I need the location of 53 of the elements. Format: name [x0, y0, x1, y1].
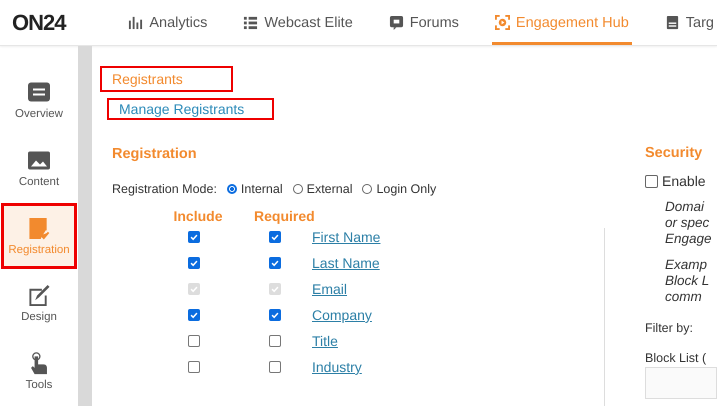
enable-checkbox-option[interactable]: Enable [645, 173, 717, 189]
logo: ON24 [12, 10, 67, 36]
message-box-icon [27, 81, 51, 104]
sidebar-item[interactable]: Overview [1, 68, 77, 134]
required-checkbox[interactable] [269, 257, 281, 269]
field-link[interactable]: Industry [312, 359, 362, 375]
chat-icon [388, 15, 404, 30]
note-text: Block L [665, 273, 710, 289]
section-heading: Registration [112, 146, 198, 162]
block-list-label: Block List ( [645, 351, 708, 365]
play-square-icon [494, 15, 510, 30]
manage-registrants-link[interactable]: Manage Registrants [107, 98, 274, 120]
bar-chart-icon [128, 15, 144, 30]
required-checkbox[interactable] [269, 361, 281, 373]
block-list-field[interactable] [645, 367, 717, 399]
note-text: Engage [665, 231, 713, 247]
sidebar-item[interactable]: Design [1, 270, 77, 336]
required-checkbox[interactable] [269, 231, 281, 243]
mode-radio-option[interactable]: Internal [226, 182, 283, 196]
required-checkbox[interactable] [269, 335, 281, 347]
field-link[interactable]: Last Name [312, 255, 380, 271]
note-text: comm [665, 289, 703, 305]
include-checkbox[interactable] [188, 309, 200, 321]
note-text: Examp [665, 257, 708, 273]
form-check-icon [27, 216, 51, 240]
scrollbar[interactable] [78, 46, 92, 406]
include-checkbox[interactable] [188, 361, 200, 373]
nav-tab[interactable]: Targ [662, 0, 717, 45]
mode-label: Registration Mode: [112, 182, 217, 196]
sidebar-item[interactable]: Tools [1, 338, 77, 404]
edit-square-icon [27, 284, 51, 308]
nav-tab[interactable]: Analytics [125, 0, 210, 45]
note-text: or spec [665, 215, 710, 231]
mode-radio-option[interactable]: External [292, 182, 352, 196]
image-icon [27, 148, 51, 172]
include-checkbox[interactable] [188, 335, 200, 347]
section-heading: Security [645, 145, 704, 161]
field-link[interactable]: First Name [312, 229, 380, 245]
list-icon [243, 15, 258, 30]
column-header: Include [172, 208, 224, 224]
field-link[interactable]: Company [312, 307, 372, 323]
field-link[interactable]: Title [312, 333, 338, 349]
include-checkbox[interactable] [188, 231, 200, 243]
nav-tab[interactable]: Webcast Elite [240, 0, 356, 45]
required-checkbox[interactable] [269, 309, 281, 321]
document-icon [664, 15, 680, 30]
note-text: Domai [665, 199, 706, 215]
page-title: Registrants [100, 66, 233, 92]
filter-label: Filter by: [645, 321, 694, 335]
mode-radio-option[interactable]: Login Only [362, 182, 436, 196]
include-checkbox[interactable] [188, 257, 200, 269]
nav-tab[interactable]: Forums [386, 0, 462, 45]
sidebar-item[interactable]: Content [1, 136, 77, 202]
